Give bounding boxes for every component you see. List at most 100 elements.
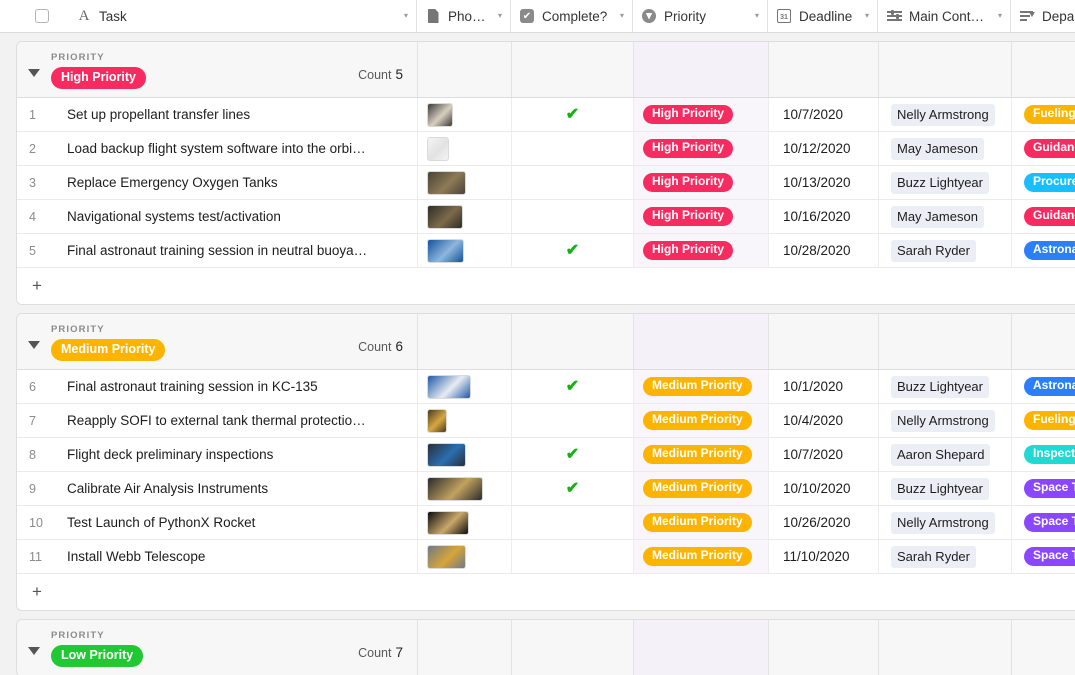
- column-header-task[interactable]: A Task ▾: [68, 0, 417, 32]
- cell-photos[interactable]: [418, 234, 512, 267]
- cell-main-contact[interactable]: Nelly Armstrong: [879, 98, 1012, 131]
- cell-deadline[interactable]: 10/7/2020: [769, 438, 879, 471]
- cell-main-contact[interactable]: Buzz Lightyear: [879, 370, 1012, 403]
- cell-priority[interactable]: Medium Priority: [634, 506, 769, 539]
- cell-main-contact[interactable]: Aaron Shepard: [879, 438, 1012, 471]
- cell-priority[interactable]: Medium Priority: [634, 472, 769, 505]
- table-row[interactable]: 3Replace Emergency Oxygen TanksHigh Prio…: [17, 166, 1075, 200]
- cell-department[interactable]: Fueling: [1012, 404, 1075, 437]
- cell-photos[interactable]: [418, 370, 512, 403]
- cell-task[interactable]: Final astronaut training session in KC-1…: [51, 370, 418, 403]
- cell-priority[interactable]: Medium Priority: [634, 540, 769, 573]
- cell-department[interactable]: Space Travel: [1012, 472, 1075, 505]
- cell-main-contact[interactable]: Sarah Ryder: [879, 540, 1012, 573]
- cell-deadline[interactable]: 10/12/2020: [769, 132, 879, 165]
- cell-department[interactable]: Astronaut: [1012, 370, 1075, 403]
- cell-task[interactable]: Calibrate Air Analysis Instruments: [51, 472, 418, 505]
- column-header-main-contact[interactable]: Main Contact ▾: [878, 0, 1011, 32]
- cell-task[interactable]: Flight deck preliminary inspections: [51, 438, 418, 471]
- table-row[interactable]: 8Flight deck preliminary inspections✔Med…: [17, 438, 1075, 472]
- photo-thumbnail[interactable]: [427, 409, 447, 433]
- cell-priority[interactable]: High Priority: [634, 200, 769, 233]
- grid-rows-container[interactable]: PRIORITYHigh PriorityCount51Set up prope…: [0, 33, 1075, 675]
- cell-task[interactable]: Final astronaut training session in neut…: [51, 234, 418, 267]
- cell-priority[interactable]: Medium Priority: [634, 370, 769, 403]
- photo-thumbnail[interactable]: [427, 137, 449, 161]
- cell-main-contact[interactable]: Nelly Armstrong: [879, 506, 1012, 539]
- group-header[interactable]: PRIORITYLow PriorityCount7: [17, 620, 1075, 675]
- cell-photos[interactable]: [418, 166, 512, 199]
- cell-department[interactable]: Space Travel: [1012, 540, 1075, 573]
- photo-thumbnail[interactable]: [427, 511, 469, 535]
- photo-thumbnail[interactable]: [427, 205, 463, 229]
- photo-thumbnail[interactable]: [427, 545, 466, 569]
- cell-priority[interactable]: High Priority: [634, 234, 769, 267]
- cell-complete[interactable]: ✔: [512, 370, 634, 403]
- photo-thumbnail[interactable]: [427, 375, 471, 399]
- plus-icon[interactable]: +: [17, 582, 51, 602]
- table-row[interactable]: 2Load backup flight system software into…: [17, 132, 1075, 166]
- column-header-department[interactable]: Depa: [1011, 0, 1075, 32]
- column-header-complete[interactable]: ✔ Complete? ▾: [511, 0, 633, 32]
- cell-photos[interactable]: [418, 132, 512, 165]
- cell-main-contact[interactable]: Sarah Ryder: [879, 234, 1012, 267]
- cell-priority[interactable]: High Priority: [634, 132, 769, 165]
- group-collapse-toggle[interactable]: [17, 641, 51, 655]
- chevron-down-icon[interactable]: ▾: [855, 12, 869, 20]
- cell-department[interactable]: Guidance: [1012, 132, 1075, 165]
- cell-task[interactable]: Navigational systems test/activation: [51, 200, 418, 233]
- photo-thumbnail[interactable]: [427, 477, 483, 501]
- cell-task[interactable]: Install Webb Telescope: [51, 540, 418, 573]
- photo-thumbnail[interactable]: [427, 171, 466, 195]
- cell-main-contact[interactable]: May Jameson: [879, 200, 1012, 233]
- cell-department[interactable]: Guidance: [1012, 200, 1075, 233]
- cell-deadline[interactable]: 10/1/2020: [769, 370, 879, 403]
- group-header[interactable]: PRIORITYMedium PriorityCount6: [17, 314, 1075, 370]
- table-row[interactable]: 11Install Webb TelescopeMedium Priority1…: [17, 540, 1075, 574]
- photo-thumbnail[interactable]: [427, 103, 453, 127]
- cell-deadline[interactable]: 10/10/2020: [769, 472, 879, 505]
- select-all-cell[interactable]: [16, 0, 68, 32]
- cell-photos[interactable]: [418, 506, 512, 539]
- cell-task[interactable]: Reapply SOFI to external tank thermal pr…: [51, 404, 418, 437]
- column-header-priority[interactable]: Priority ▾: [633, 0, 768, 32]
- cell-department[interactable]: Fueling: [1012, 98, 1075, 131]
- cell-complete[interactable]: [512, 166, 634, 199]
- chevron-down-icon[interactable]: ▾: [610, 12, 624, 20]
- cell-photos[interactable]: [418, 200, 512, 233]
- cell-deadline[interactable]: 10/28/2020: [769, 234, 879, 267]
- cell-deadline[interactable]: 10/16/2020: [769, 200, 879, 233]
- cell-task[interactable]: Load backup flight system software into …: [51, 132, 418, 165]
- table-row[interactable]: 7Reapply SOFI to external tank thermal p…: [17, 404, 1075, 438]
- cell-complete[interactable]: [512, 540, 634, 573]
- cell-priority[interactable]: Medium Priority: [634, 404, 769, 437]
- add-row-button[interactable]: +: [17, 574, 1075, 610]
- cell-main-contact[interactable]: May Jameson: [879, 132, 1012, 165]
- cell-photos[interactable]: [418, 98, 512, 131]
- cell-photos[interactable]: [418, 472, 512, 505]
- cell-complete[interactable]: [512, 404, 634, 437]
- cell-main-contact[interactable]: Buzz Lightyear: [879, 472, 1012, 505]
- cell-main-contact[interactable]: Buzz Lightyear: [879, 166, 1012, 199]
- cell-deadline[interactable]: 10/26/2020: [769, 506, 879, 539]
- table-row[interactable]: 10Test Launch of PythonX RocketMedium Pr…: [17, 506, 1075, 540]
- column-header-deadline[interactable]: 31 Deadline ▾: [768, 0, 878, 32]
- cell-department[interactable]: Procurement: [1012, 166, 1075, 199]
- select-all-checkbox[interactable]: [35, 9, 49, 23]
- chevron-down-icon[interactable]: ▾: [988, 12, 1002, 20]
- table-row[interactable]: 9Calibrate Air Analysis Instruments✔Medi…: [17, 472, 1075, 506]
- photo-thumbnail[interactable]: [427, 443, 466, 467]
- cell-complete[interactable]: ✔: [512, 472, 634, 505]
- table-row[interactable]: 5Final astronaut training session in neu…: [17, 234, 1075, 268]
- group-header[interactable]: PRIORITYHigh PriorityCount5: [17, 42, 1075, 98]
- cell-priority[interactable]: High Priority: [634, 98, 769, 131]
- cell-priority[interactable]: High Priority: [634, 166, 769, 199]
- group-collapse-toggle[interactable]: [17, 335, 51, 349]
- cell-complete[interactable]: [512, 506, 634, 539]
- table-row[interactable]: 4Navigational systems test/activationHig…: [17, 200, 1075, 234]
- cell-main-contact[interactable]: Nelly Armstrong: [879, 404, 1012, 437]
- cell-complete[interactable]: [512, 200, 634, 233]
- cell-deadline[interactable]: 10/13/2020: [769, 166, 879, 199]
- cell-complete[interactable]: ✔: [512, 234, 634, 267]
- cell-department[interactable]: Inspection: [1012, 438, 1075, 471]
